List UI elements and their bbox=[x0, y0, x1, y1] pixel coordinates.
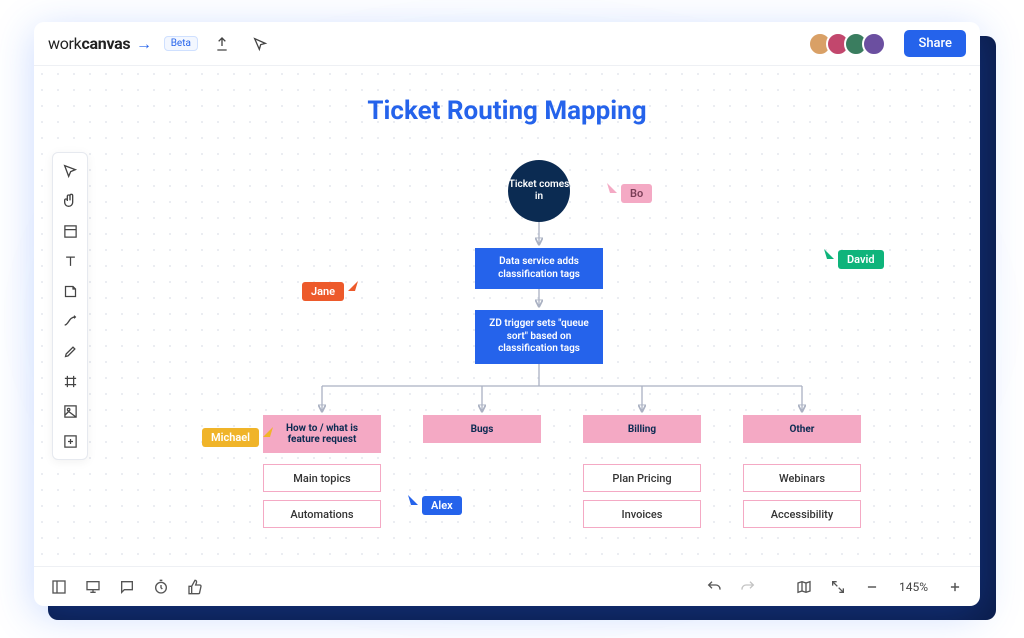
connector-tool-icon[interactable] bbox=[56, 307, 84, 335]
cursor-david: David bbox=[822, 250, 884, 269]
cursor-label: Jane bbox=[302, 282, 344, 301]
cursor-michael: Michael bbox=[202, 428, 275, 447]
redo-icon[interactable] bbox=[735, 574, 761, 600]
cursor-bo: Bo bbox=[605, 184, 652, 203]
zoom-level[interactable]: 145% bbox=[893, 578, 934, 596]
branch-item[interactable]: Accessibility bbox=[743, 500, 861, 528]
zoom-out-icon[interactable] bbox=[859, 574, 885, 600]
present-icon[interactable] bbox=[80, 574, 106, 600]
branch-header[interactable]: How to / what is feature request bbox=[263, 415, 381, 453]
image-tool-icon[interactable] bbox=[56, 397, 84, 425]
topbar: workcanvas → Beta Share bbox=[34, 22, 980, 66]
branch-header[interactable]: Other bbox=[743, 415, 861, 443]
canvas[interactable]: Ticket Routing Mapping bbox=[34, 66, 980, 566]
export-icon[interactable] bbox=[208, 30, 236, 58]
pen-tool-icon[interactable] bbox=[56, 337, 84, 365]
node-step2[interactable]: ZD trigger sets "queue sort" based on cl… bbox=[475, 310, 603, 364]
thumbsup-icon[interactable] bbox=[182, 574, 208, 600]
comment-icon[interactable] bbox=[114, 574, 140, 600]
collaborator-avatars bbox=[814, 32, 886, 56]
bottombar: 145% bbox=[34, 566, 980, 606]
cursor-jane: Jane bbox=[302, 282, 360, 301]
node-step1[interactable]: Data service adds classification tags bbox=[475, 248, 603, 289]
node-start[interactable]: Ticket comes in bbox=[508, 160, 570, 222]
zoom-in-icon[interactable] bbox=[942, 574, 968, 600]
fit-icon[interactable] bbox=[825, 574, 851, 600]
cursor-label: Bo bbox=[621, 184, 652, 203]
cursor-label: David bbox=[838, 250, 884, 269]
shape-tool-icon[interactable] bbox=[56, 217, 84, 245]
brand-logo: workcanvas → bbox=[48, 34, 154, 54]
arrow-icon: → bbox=[136, 34, 152, 53]
undo-icon[interactable] bbox=[701, 574, 727, 600]
tool-palette bbox=[52, 152, 88, 460]
share-button[interactable]: Share bbox=[904, 30, 966, 57]
branch-item[interactable]: Plan Pricing bbox=[583, 464, 701, 492]
beta-badge: Beta bbox=[164, 36, 198, 51]
timer-icon[interactable] bbox=[148, 574, 174, 600]
diagram-title: Ticket Routing Mapping bbox=[34, 96, 980, 126]
panels-icon[interactable] bbox=[46, 574, 72, 600]
cursor-select-icon[interactable] bbox=[246, 30, 274, 58]
branch-header[interactable]: Bugs bbox=[423, 415, 541, 443]
branch-item[interactable]: Main topics bbox=[263, 464, 381, 492]
branch-item[interactable]: Invoices bbox=[583, 500, 701, 528]
app-window: workcanvas → Beta Share Ticket Routing M… bbox=[34, 22, 980, 606]
avatar[interactable] bbox=[862, 32, 886, 56]
branch-item[interactable]: Automations bbox=[263, 500, 381, 528]
pointer-tool-icon[interactable] bbox=[56, 157, 84, 185]
hand-tool-icon[interactable] bbox=[56, 187, 84, 215]
sticky-note-tool-icon[interactable] bbox=[56, 277, 84, 305]
frame-tool-icon[interactable] bbox=[56, 367, 84, 395]
branch-item[interactable]: Webinars bbox=[743, 464, 861, 492]
cursor-label: Michael bbox=[202, 428, 259, 447]
text-tool-icon[interactable] bbox=[56, 247, 84, 275]
brand-part1: work bbox=[48, 34, 81, 53]
cursor-alex: Alex bbox=[406, 496, 462, 515]
add-tool-icon[interactable] bbox=[56, 427, 84, 455]
branch-header[interactable]: Billing bbox=[583, 415, 701, 443]
map-icon[interactable] bbox=[791, 574, 817, 600]
cursor-label: Alex bbox=[422, 496, 462, 515]
brand-part2: canvas bbox=[81, 34, 130, 53]
